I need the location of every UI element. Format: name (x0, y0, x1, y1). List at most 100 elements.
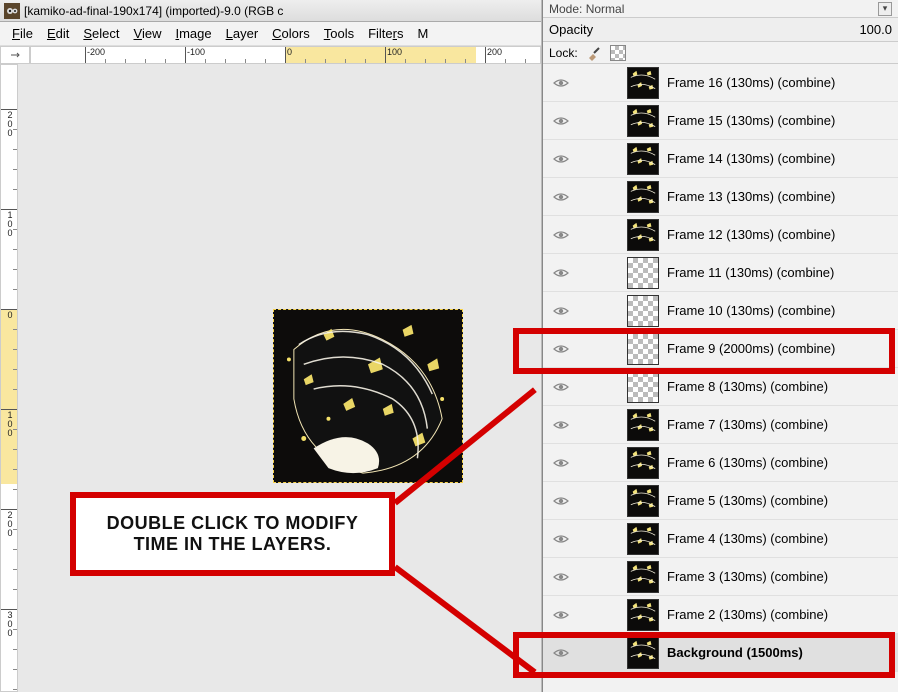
visibility-eye-icon[interactable] (547, 647, 575, 659)
layer-row[interactable]: Frame 15 (130ms) (combine) (543, 102, 898, 140)
menu-view[interactable]: View (128, 24, 168, 43)
layer-thumbnail (627, 485, 659, 517)
titlebar: [kamiko-ad-final-190x174] (imported)-9.0… (0, 0, 541, 22)
layer-name-label[interactable]: Frame 15 (130ms) (combine) (667, 113, 894, 128)
layer-row[interactable]: Background (1500ms) (543, 634, 898, 672)
layer-thumbnail (627, 143, 659, 175)
layer-row[interactable]: Frame 13 (130ms) (combine) (543, 178, 898, 216)
layer-name-label[interactable]: Frame 11 (130ms) (combine) (667, 265, 894, 280)
menu-tools[interactable]: Tools (318, 24, 360, 43)
opacity-value[interactable]: 100.0 (859, 22, 892, 37)
visibility-eye-icon[interactable] (547, 419, 575, 431)
layer-row[interactable]: Frame 3 (130ms) (combine) (543, 558, 898, 596)
visibility-eye-icon[interactable] (547, 115, 575, 127)
layer-thumbnail (627, 257, 659, 289)
layer-name-label[interactable]: Frame 12 (130ms) (combine) (667, 227, 894, 242)
blend-mode-row: Mode: Normal ▾ (543, 0, 898, 18)
visibility-eye-icon[interactable] (547, 381, 575, 393)
window-title: [kamiko-ad-final-190x174] (imported)-9.0… (24, 4, 283, 18)
menu-layer[interactable]: Layer (220, 24, 265, 43)
layer-name-label[interactable]: Frame 6 (130ms) (combine) (667, 455, 894, 470)
layer-name-label[interactable]: Frame 9 (2000ms) (combine) (667, 341, 894, 356)
layer-thumbnail (627, 447, 659, 479)
layers-list: Frame 16 (130ms) (combine) Frame 15 (130m… (543, 64, 898, 692)
layer-row[interactable]: Frame 11 (130ms) (combine) (543, 254, 898, 292)
layer-thumbnail (627, 105, 659, 137)
layer-thumbnail (627, 599, 659, 631)
lock-alpha-icon[interactable] (610, 45, 626, 61)
menu-image[interactable]: Image (169, 24, 217, 43)
layer-thumbnail (627, 219, 659, 251)
visibility-eye-icon[interactable] (547, 571, 575, 583)
layer-thumbnail (627, 637, 659, 669)
layer-name-label[interactable]: Frame 2 (130ms) (combine) (667, 607, 894, 622)
layer-thumbnail (627, 333, 659, 365)
gimp-app-icon (4, 3, 20, 19)
visibility-eye-icon[interactable] (547, 495, 575, 507)
layer-row[interactable]: Frame 6 (130ms) (combine) (543, 444, 898, 482)
layer-row[interactable]: Frame 4 (130ms) (combine) (543, 520, 898, 558)
layer-name-label[interactable]: Frame 4 (130ms) (combine) (667, 531, 894, 546)
visibility-eye-icon[interactable] (547, 533, 575, 545)
layer-name-label[interactable]: Frame 7 (130ms) (combine) (667, 417, 894, 432)
annotation-line2: TIME IN THE LAYERS. (107, 534, 359, 555)
ruler-origin-toggle[interactable] (0, 46, 30, 64)
layer-thumbnail (627, 295, 659, 327)
layer-row[interactable]: Frame 14 (130ms) (combine) (543, 140, 898, 178)
visibility-eye-icon[interactable] (547, 229, 575, 241)
lock-row: Lock: (543, 42, 898, 64)
opacity-row: Opacity 100.0 (543, 18, 898, 42)
chevron-down-icon: ▾ (883, 3, 888, 14)
visibility-eye-icon[interactable] (547, 191, 575, 203)
annotation-line1: DOUBLE CLICK TO MODIFY (107, 513, 359, 534)
lock-pixels-icon[interactable] (586, 45, 602, 61)
layer-name-label[interactable]: Background (1500ms) (667, 645, 894, 660)
layer-row[interactable]: Frame 12 (130ms) (combine) (543, 216, 898, 254)
annotation-callout: DOUBLE CLICK TO MODIFY TIME IN THE LAYER… (70, 492, 395, 576)
layer-row[interactable]: Frame 2 (130ms) (combine) (543, 596, 898, 634)
visibility-eye-icon[interactable] (547, 343, 575, 355)
layer-thumbnail (627, 409, 659, 441)
menu-file[interactable]: File (6, 24, 39, 43)
mode-value: Normal (586, 2, 625, 16)
layer-name-label[interactable]: Frame 3 (130ms) (combine) (667, 569, 894, 584)
layer-row[interactable]: Frame 16 (130ms) (combine) (543, 64, 898, 102)
visibility-eye-icon[interactable] (547, 153, 575, 165)
layer-name-label[interactable]: Frame 5 (130ms) (combine) (667, 493, 894, 508)
mode-label: Mode: (549, 2, 582, 16)
layer-row[interactable]: Frame 5 (130ms) (combine) (543, 482, 898, 520)
layer-name-label[interactable]: Frame 8 (130ms) (combine) (667, 379, 894, 394)
image-window: [kamiko-ad-final-190x174] (imported)-9.0… (0, 0, 542, 692)
mode-dropdown-button[interactable]: ▾ (878, 2, 892, 16)
canvas-image (273, 309, 463, 483)
layer-thumbnail (627, 523, 659, 555)
visibility-eye-icon[interactable] (547, 267, 575, 279)
vertical-ruler[interactable]: 2001000100200300 (0, 64, 18, 692)
layer-thumbnail (627, 561, 659, 593)
horizontal-ruler-area: -200-1000100200 (0, 46, 541, 64)
layer-thumbnail (627, 371, 659, 403)
horizontal-ruler[interactable]: -200-1000100200 (30, 46, 541, 64)
layer-name-label[interactable]: Frame 16 (130ms) (combine) (667, 75, 894, 90)
layer-thumbnail (627, 181, 659, 213)
layer-row[interactable]: Frame 7 (130ms) (combine) (543, 406, 898, 444)
canvas[interactable] (18, 64, 541, 692)
layer-name-label[interactable]: Frame 10 (130ms) (combine) (667, 303, 894, 318)
visibility-eye-icon[interactable] (547, 457, 575, 469)
menubar: File Edit Select View Image Layer Colors… (0, 22, 541, 46)
menu-m-truncated[interactable]: M (412, 24, 435, 43)
menu-colors[interactable]: Colors (266, 24, 316, 43)
visibility-eye-icon[interactable] (547, 305, 575, 317)
layer-name-label[interactable]: Frame 13 (130ms) (combine) (667, 189, 894, 204)
layer-row[interactable]: Frame 10 (130ms) (combine) (543, 292, 898, 330)
layer-row[interactable]: Frame 9 (2000ms) (combine) (543, 330, 898, 368)
layer-row[interactable]: Frame 8 (130ms) (combine) (543, 368, 898, 406)
menu-filters[interactable]: Filters (362, 24, 409, 43)
menu-select[interactable]: Select (77, 24, 125, 43)
layers-dock: Mode: Normal ▾ Opacity 100.0 Lock: Frame… (542, 0, 898, 692)
menu-edit[interactable]: Edit (41, 24, 75, 43)
visibility-eye-icon[interactable] (547, 609, 575, 621)
opacity-label: Opacity (549, 22, 593, 37)
visibility-eye-icon[interactable] (547, 77, 575, 89)
layer-name-label[interactable]: Frame 14 (130ms) (combine) (667, 151, 894, 166)
